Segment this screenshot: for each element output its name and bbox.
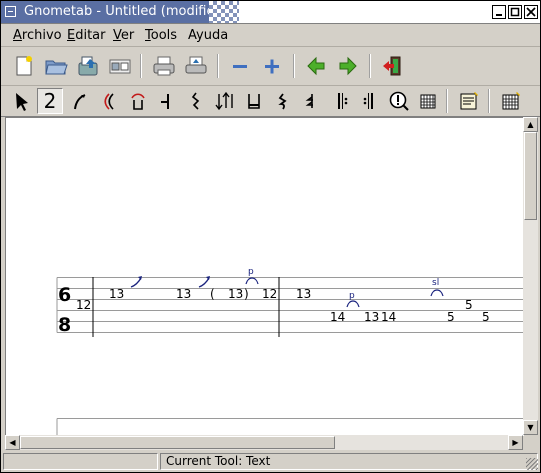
tab-note[interactable]: 5 bbox=[465, 298, 473, 312]
resize-grip-icon[interactable] bbox=[526, 458, 538, 470]
open-file-icon[interactable] bbox=[43, 53, 69, 79]
tablature-canvas[interactable]: 6 8 12 13 13 ( 13 ) 12 13 14 13 14 5 5 5 bbox=[5, 117, 524, 436]
maximize-icon[interactable] bbox=[508, 5, 522, 19]
tab-note[interactable]: 13 bbox=[296, 287, 311, 301]
grid-tool-icon[interactable] bbox=[415, 88, 441, 114]
minimize-icon[interactable] bbox=[492, 5, 506, 19]
print-icon[interactable] bbox=[151, 53, 177, 79]
title-tab[interactable]: Gnometab - Untitled (modified) bbox=[1, 1, 228, 23]
scroll-down-icon[interactable]: ▼ bbox=[523, 420, 538, 435]
legato-tool-icon[interactable] bbox=[125, 88, 151, 114]
rest-tool-icon[interactable] bbox=[183, 88, 209, 114]
save-file-icon[interactable] bbox=[75, 53, 101, 79]
main-toolbar bbox=[1, 47, 540, 86]
legato-mark[interactable] bbox=[346, 300, 360, 308]
tab-note[interactable]: 5 bbox=[482, 310, 490, 324]
window-title: Gnometab - Untitled (modified) bbox=[24, 4, 228, 19]
legato-mark[interactable] bbox=[245, 277, 259, 285]
new-file-icon[interactable] bbox=[11, 53, 37, 79]
application-window: Gnometab - Untitled (modified) Archivo E… bbox=[0, 0, 541, 473]
tab-note[interactable]: 14 bbox=[330, 310, 345, 324]
tablature-staff[interactable]: 6 8 12 13 13 ( 13 ) 12 13 14 13 14 5 5 5 bbox=[6, 118, 524, 436]
tab-note[interactable]: 13 bbox=[364, 310, 379, 324]
eighth-rest-icon[interactable] bbox=[271, 88, 297, 114]
horizontal-scroll-thumb[interactable] bbox=[20, 436, 335, 449]
scroll-left-icon[interactable]: ◀ bbox=[5, 435, 20, 450]
zoom-in-icon[interactable] bbox=[259, 53, 285, 79]
tab-note[interactable]: 14 bbox=[381, 310, 396, 324]
repeat-bar-icon[interactable] bbox=[328, 88, 354, 114]
close-icon[interactable] bbox=[524, 5, 538, 19]
slide-mark[interactable] bbox=[430, 289, 444, 297]
properties-icon[interactable] bbox=[107, 53, 133, 79]
previous-page-icon[interactable] bbox=[303, 53, 329, 79]
tab-note[interactable]: 13 bbox=[109, 287, 124, 301]
menu-editar[interactable]: Editar bbox=[67, 28, 106, 43]
zoom-out-icon[interactable] bbox=[227, 53, 253, 79]
vertical-scrollbar[interactable]: ▲ ▼ bbox=[523, 117, 538, 435]
title-decoration bbox=[209, 1, 239, 23]
legato-label: p bbox=[248, 267, 254, 277]
quarter-rest-icon[interactable] bbox=[299, 88, 325, 114]
tools-toolbar: 2 bbox=[1, 86, 540, 117]
tab-note[interactable]: 5 bbox=[447, 310, 455, 324]
tab-note[interactable]: 12 bbox=[76, 298, 91, 312]
menu-ver[interactable]: Ver bbox=[113, 28, 134, 43]
text-tool-icon[interactable]: 2 bbox=[37, 88, 63, 114]
tab-note[interactable]: ( bbox=[210, 287, 215, 301]
menu-ayuda[interactable]: Ayuda bbox=[188, 28, 228, 43]
time-signature-top[interactable]: 6 bbox=[58, 284, 71, 306]
status-cell bbox=[3, 453, 158, 470]
vertical-scroll-thumb[interactable] bbox=[524, 132, 537, 220]
next-page-icon[interactable] bbox=[335, 53, 361, 79]
time-signature-bottom[interactable]: 8 bbox=[58, 314, 71, 336]
horizontal-scrollbar[interactable]: ◀ ▶ bbox=[5, 435, 523, 450]
bend-tool-icon[interactable] bbox=[67, 88, 93, 114]
tab-note[interactable]: ) bbox=[244, 287, 249, 301]
legato-label: p bbox=[349, 291, 355, 301]
menu-tools[interactable]: Tools bbox=[145, 28, 177, 43]
status-bar: Current Tool: Text bbox=[1, 451, 540, 472]
print-preview-icon[interactable] bbox=[183, 53, 209, 79]
strum-tool-icon[interactable] bbox=[212, 88, 238, 114]
menu-bar: Archivo Editar Ver Tools Ayuda bbox=[1, 24, 540, 47]
menu-archivo[interactable]: Archivo bbox=[13, 28, 62, 43]
tab-note[interactable]: 13 bbox=[228, 287, 243, 301]
title-bar[interactable]: Gnometab - Untitled (modified) bbox=[1, 1, 540, 24]
tab-note[interactable]: 12 bbox=[262, 287, 277, 301]
bar-line-tool-icon[interactable] bbox=[153, 88, 179, 114]
scroll-up-icon[interactable]: ▲ bbox=[523, 117, 538, 132]
window-menu-icon[interactable] bbox=[5, 6, 16, 17]
status-text: Current Tool: Text bbox=[166, 454, 271, 468]
slide-label: sl bbox=[432, 278, 439, 288]
quit-icon[interactable] bbox=[379, 53, 405, 79]
comment-tool-icon[interactable] bbox=[386, 88, 412, 114]
rhythm-tool-icon[interactable] bbox=[241, 88, 267, 114]
scroll-right-icon[interactable]: ▶ bbox=[508, 435, 523, 450]
slur-tool-icon[interactable] bbox=[97, 88, 123, 114]
pointer-tool-icon[interactable] bbox=[9, 88, 35, 114]
staff-lines bbox=[56, 277, 524, 333]
tab-note[interactable]: 13 bbox=[176, 287, 191, 301]
chord-tool-icon[interactable] bbox=[456, 88, 482, 114]
chord-grid-icon[interactable] bbox=[498, 88, 524, 114]
double-bar-icon[interactable] bbox=[357, 88, 383, 114]
